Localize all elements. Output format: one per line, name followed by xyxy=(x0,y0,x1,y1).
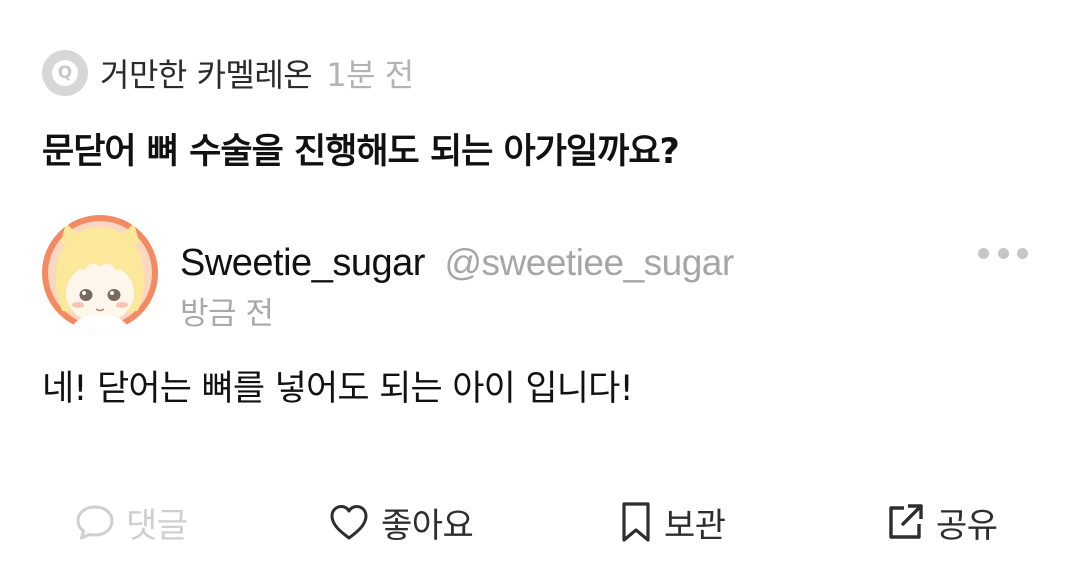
reply-handle[interactable]: @sweetiee_sugar xyxy=(444,242,734,283)
question-header: Q 거만한 카멜레온 1분 전 xyxy=(42,50,414,96)
reply-time: 방금 전 xyxy=(180,296,274,332)
reply-username[interactable]: Sweetie_sugar xyxy=(180,242,425,284)
reply-author-line: Sweetie_sugar @sweetiee_sugar xyxy=(180,238,734,287)
speech-bubble-icon xyxy=(74,501,116,543)
question-badge-letter: Q xyxy=(52,60,78,86)
like-button[interactable]: 좋아요 xyxy=(327,495,474,549)
save-label: 보관 xyxy=(664,505,726,546)
external-share-icon xyxy=(884,501,926,543)
bookmark-icon xyxy=(618,500,654,544)
comment-label: 댓글 xyxy=(126,505,188,546)
save-button[interactable]: 보관 xyxy=(618,495,726,549)
avatar-illustration-icon xyxy=(42,215,158,331)
more-dot-icon xyxy=(997,247,1009,259)
like-label: 좋아요 xyxy=(381,505,474,546)
comment-button[interactable]: 댓글 xyxy=(74,495,188,549)
question-time: 1분 전 xyxy=(326,56,414,94)
reply-body: 네! 닫어는 뼈를 넣어도 되는 아이 입니다! xyxy=(42,369,634,409)
avatar[interactable] xyxy=(42,215,158,331)
share-label: 공유 xyxy=(936,505,998,546)
action-bar: 댓글 좋아요 보관 공유 xyxy=(0,495,1080,549)
question-author[interactable]: 거만한 카멜레온 xyxy=(100,50,313,96)
more-dot-icon xyxy=(1017,247,1028,259)
share-button[interactable]: 공유 xyxy=(884,495,998,549)
question-badge-icon: Q xyxy=(42,50,88,96)
more-options-button[interactable] xyxy=(978,240,1028,266)
heart-outline-icon xyxy=(327,501,371,543)
more-dot-icon xyxy=(978,247,989,259)
question-title: 문닫어 뼈 수술을 진행해도 되는 아가일까요? xyxy=(42,132,680,172)
